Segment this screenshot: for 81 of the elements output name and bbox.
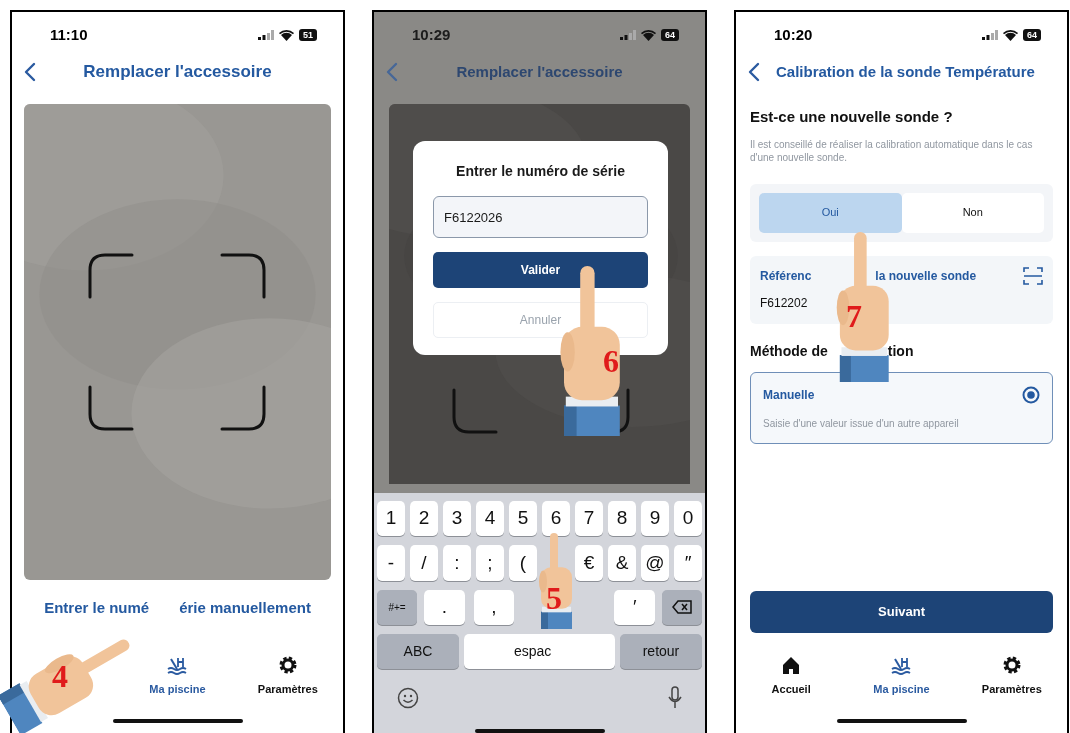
option-label: Manuelle (763, 386, 815, 404)
dialog-title: Entrer le numéro de série (455, 162, 626, 181)
keyboard-key[interactable]: ; (476, 545, 504, 581)
home-icon (781, 654, 802, 675)
backspace-icon (671, 600, 692, 615)
keyboard-key[interactable]: retour (620, 633, 702, 669)
scan-frame-icon (87, 252, 267, 432)
keyboard-key[interactable]: 9 (641, 501, 669, 537)
field-label: la nouvelle sonde (875, 267, 977, 285)
delete-key[interactable] (661, 589, 702, 625)
nav-tab[interactable]: Accueil (771, 649, 811, 703)
keyboard-key[interactable]: 3 (443, 501, 471, 537)
keyboard-key[interactable]: - (377, 545, 405, 581)
keyboard-key[interactable]: & (608, 545, 636, 581)
back-icon (748, 62, 760, 82)
keyboard-key[interactable]: ( (509, 545, 537, 581)
status-time: 10:29 (412, 24, 451, 45)
keyboard-key[interactable]: 7 (575, 501, 603, 537)
emoji-icon (397, 687, 419, 709)
nav-tab[interactable]: Paramètres (257, 649, 318, 703)
manual-entry-link[interactable]: érie manuellement (179, 597, 311, 620)
radio-button[interactable] (1022, 385, 1040, 404)
microphone-icon (668, 686, 682, 710)
back-icon (24, 62, 36, 82)
serial-number-field[interactable]: F6122026 (433, 196, 648, 238)
keyboard-key[interactable]: 1 (377, 501, 405, 537)
battery-level: 64 (1023, 29, 1041, 41)
screen-title: Remplacer l'accessoire (83, 61, 272, 84)
back-icon (386, 62, 398, 82)
signal-icon (620, 30, 636, 40)
manual-entry-link[interactable]: Entrer le numé (44, 597, 150, 620)
step-number: 6 (603, 345, 619, 377)
keyboard-key[interactable]: #+= (377, 589, 417, 625)
keyboard-key[interactable]: : (443, 545, 471, 581)
choice-option[interactable]: Oui (759, 192, 902, 233)
screen-title: Calibration de la sonde Température (776, 61, 1035, 82)
settings-icon (1001, 654, 1022, 675)
method-option[interactable]: Manuelle Saisie d'une valeur issue d'un autre appareil (750, 371, 1053, 444)
keyboard-key[interactable]: € (575, 545, 603, 581)
keyboard-key[interactable]: / (410, 545, 438, 581)
section-heading: Méthode de (750, 341, 828, 361)
wifi-icon (279, 29, 294, 41)
hint-text: Il est conseillé de réaliser la calibration automatique dans le cas d'une nouvelle sonde. (750, 137, 1034, 164)
keyboard-key[interactable]: ′ (614, 589, 655, 625)
validate-button[interactable]: Valider (433, 252, 648, 288)
scan-icon (1023, 265, 1043, 286)
keyboard-key[interactable]: , (473, 589, 515, 625)
wifi-icon (641, 29, 656, 41)
nav-tab[interactable]: Ma piscine (873, 649, 930, 703)
keyboard-key[interactable]: 5 (509, 501, 537, 537)
keyboard-key[interactable]: @ (641, 545, 669, 581)
keyboard-key[interactable]: 8 (608, 501, 636, 537)
nav-tab[interactable]: Ma piscine (149, 649, 206, 703)
nav-tab[interactable]: Paramètres (981, 649, 1042, 703)
signal-icon (258, 30, 274, 40)
section-heading: tion (887, 341, 914, 361)
keyboard-key[interactable]: ABC (377, 633, 459, 669)
settings-icon (277, 654, 298, 675)
keyboard-key[interactable]: 2 (410, 501, 438, 537)
status-time: 10:20 (774, 24, 813, 45)
screen-title: Remplacer l'accessoire (456, 61, 623, 82)
signal-icon (982, 30, 998, 40)
keyboard-key[interactable]: . (424, 589, 465, 625)
battery-level: 64 (661, 29, 679, 41)
status-time: 11:10 (50, 24, 88, 45)
keyboard-key[interactable]: 0 (674, 501, 702, 537)
option-description: Saisie d'une valeur issue d'un autre appareil (763, 416, 960, 431)
battery-level: 51 (299, 29, 317, 41)
space-key[interactable]: espac (464, 633, 615, 669)
question-heading: Est-ce une nouvelle sonde ? (750, 107, 954, 127)
step-number: 7 (846, 300, 862, 332)
reference-value: F612202 (760, 294, 809, 312)
field-label: Référenc (760, 267, 812, 285)
wifi-icon (1003, 29, 1018, 41)
keyboard-key[interactable]: ″ (674, 545, 702, 581)
keyboard-key[interactable]: 4 (476, 501, 504, 537)
step-number: 5 (546, 582, 562, 614)
keyboard-key[interactable]: 6 (542, 501, 570, 537)
choice-option[interactable]: Non (901, 192, 1044, 233)
step-number: 4 (52, 660, 68, 692)
next-button[interactable]: Suivant (750, 591, 1053, 633)
